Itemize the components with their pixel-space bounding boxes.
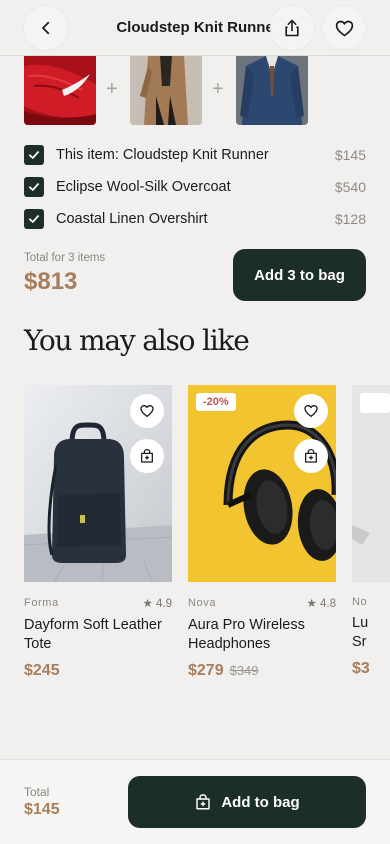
plus-sign: + <box>106 78 118 100</box>
product-name[interactable]: Aura Pro Wireless Headphones <box>188 616 336 654</box>
checkbox[interactable] <box>24 209 44 229</box>
product-name-line: Dayform Soft Leather <box>24 617 162 633</box>
product-old-price: $349 <box>229 663 259 678</box>
add-to-bag-button[interactable] <box>294 439 328 473</box>
total-value: $145 <box>24 801 60 818</box>
add-to-bag-button[interactable]: Add to bag <box>128 776 366 828</box>
checkbox[interactable] <box>24 145 44 165</box>
discount-badge: -20% <box>196 393 236 411</box>
bundle-image-sneaker[interactable] <box>24 56 96 125</box>
heart-icon <box>304 405 318 417</box>
plus-sign: + <box>212 78 224 100</box>
share-button[interactable] <box>270 6 314 50</box>
heart-icon <box>140 405 154 417</box>
product-card[interactable]: Forma ★ 4.9 Dayform Soft Leather Tote $2… <box>24 385 172 680</box>
bottom-action-bar: Total $145 Add to bag <box>0 759 390 844</box>
product-name-line: Tote <box>24 636 52 652</box>
bundle-item-label: Coastal Linen Overshirt <box>56 211 208 227</box>
product-brand: Forma <box>24 597 59 609</box>
rating-value: 4.9 <box>156 598 172 610</box>
product-name-line: Lu <box>352 615 369 631</box>
share-icon <box>285 19 299 37</box>
rating-value: 4.8 <box>320 598 336 610</box>
checkbox[interactable] <box>24 177 44 197</box>
product-brand: No <box>352 596 368 608</box>
product-card[interactable]: No Lu Sr $3 <box>352 385 390 678</box>
add-bundle-to-bag-button[interactable]: Add 3 to bag <box>233 249 366 301</box>
product-rating: ★ 4.8 <box>306 596 336 610</box>
add-to-bag-label: Add to bag <box>221 793 300 811</box>
overshirt-image <box>236 56 308 125</box>
bundle-image-overcoat[interactable] <box>130 56 202 125</box>
star-icon: ★ <box>142 598 153 610</box>
bundle-images: + + <box>24 56 324 126</box>
product-image-partial <box>352 385 390 582</box>
bundle-item-label: Eclipse Wool-Silk Overcoat <box>56 179 231 195</box>
bag-plus-icon <box>196 794 211 810</box>
heart-icon <box>335 20 353 36</box>
checkmark-icon <box>29 183 39 191</box>
product-image[interactable]: -20% <box>188 385 336 582</box>
star-icon: ★ <box>306 598 317 610</box>
product-name-line: Aura Pro Wireless <box>188 617 305 633</box>
bundle-total-value: $813 <box>24 268 78 295</box>
bundle-total-label: Total for 3 items <box>24 252 106 264</box>
favorite-button[interactable] <box>322 6 366 50</box>
add-to-bag-button[interactable] <box>130 439 164 473</box>
product-name-line: Headphones <box>188 636 271 652</box>
product-image[interactable] <box>352 385 390 582</box>
total-label: Total <box>24 785 50 799</box>
sneaker-image <box>24 56 96 125</box>
product-image[interactable] <box>24 385 172 582</box>
bundle-image-overshirt[interactable] <box>236 56 308 125</box>
product-name-line: Sr <box>352 634 367 650</box>
bundle-item-price: $128 <box>334 211 366 227</box>
favorite-button[interactable] <box>294 394 328 428</box>
product-price: $3 <box>352 660 370 677</box>
bundle-item-row[interactable]: This item: Cloudstep Knit Runner $145 <box>24 144 366 166</box>
product-name[interactable]: Dayform Soft Leather Tote <box>24 616 172 654</box>
bundle-item-label: This item: Cloudstep Knit Runner <box>56 147 269 163</box>
product-rating: ★ 4.9 <box>142 596 172 610</box>
product-name[interactable]: Lu Sr <box>352 614 390 652</box>
top-bar: Cloudstep Knit Runner <box>0 0 390 56</box>
overcoat-image <box>130 56 202 125</box>
checkmark-icon <box>29 151 39 159</box>
bundle-item-price: $540 <box>334 179 366 195</box>
bag-plus-icon <box>141 449 153 463</box>
bundle-item-row[interactable]: Coastal Linen Overshirt $128 <box>24 208 366 230</box>
bundle-item-row[interactable]: Eclipse Wool-Silk Overcoat $540 <box>24 176 366 198</box>
bundle-item-price: $145 <box>334 147 366 163</box>
product-price: $245 <box>24 662 60 679</box>
favorite-button[interactable] <box>130 394 164 428</box>
product-price: $279 <box>188 662 224 679</box>
bag-plus-icon <box>305 449 317 463</box>
product-brand: Nova <box>188 597 217 609</box>
product-card[interactable]: -20% Nova ★ 4.8 Aura Pro Wireless Headph… <box>188 385 336 680</box>
section-title: You may also like <box>24 324 250 357</box>
checkmark-icon <box>29 215 39 223</box>
